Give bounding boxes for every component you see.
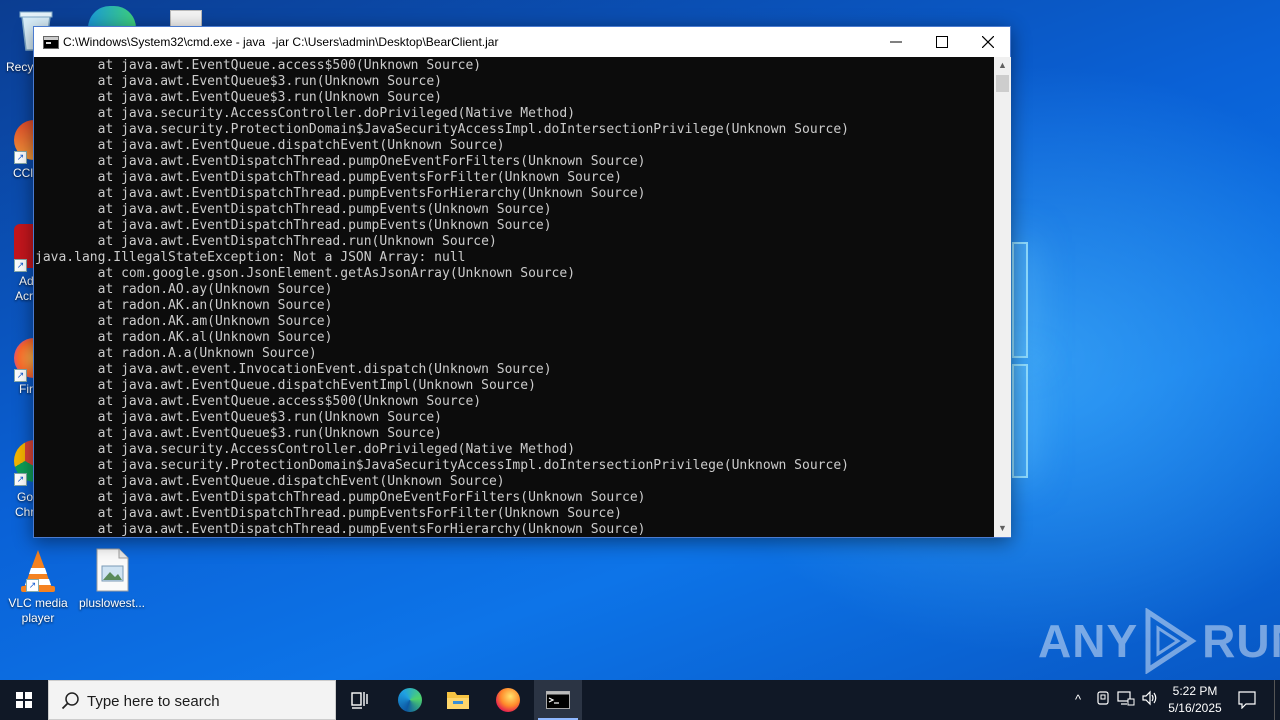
minimize-button[interactable] xyxy=(873,27,919,57)
taskbar-file-explorer[interactable] xyxy=(434,680,482,720)
windows-logo-pane xyxy=(1012,364,1028,478)
search-input[interactable] xyxy=(87,687,327,715)
console-line: at java.awt.EventDispatchThread.pumpEven… xyxy=(35,522,646,537)
file-explorer-icon xyxy=(447,692,469,709)
scroll-thumb[interactable] xyxy=(996,75,1009,92)
scroll-down-arrow-icon[interactable]: ▼ xyxy=(994,520,1011,537)
maximize-button[interactable] xyxy=(919,27,965,57)
taskbar: ^ 5:22 PM 5/16/2025 xyxy=(0,680,1280,720)
console-line: at radon.AK.al(Unknown Source) xyxy=(35,330,333,345)
watermark-text-right: RUN xyxy=(1202,615,1280,667)
desktop-icon-label: VLC media player xyxy=(8,596,68,625)
network-icon[interactable] xyxy=(1116,690,1136,710)
notification-icon xyxy=(1238,691,1256,709)
edge-icon xyxy=(398,688,422,712)
console-line: at java.awt.EventDispatchThread.pumpOneE… xyxy=(35,154,646,169)
taskbar-firefox[interactable] xyxy=(484,680,532,720)
notifications-button[interactable] xyxy=(1234,680,1262,720)
cmd-window[interactable]: C:\Windows\System32\cmd.exe - java -jar … xyxy=(33,26,1011,538)
console-line: at radon.AK.an(Unknown Source) xyxy=(35,298,333,313)
console-line: at java.security.ProtectionDomain$JavaSe… xyxy=(35,458,849,473)
shortcut-arrow-icon: ↗ xyxy=(14,473,27,486)
desktop-icon-label: pluslowest... xyxy=(78,596,146,610)
console-line: at radon.AO.ay(Unknown Source) xyxy=(35,282,333,297)
console-line: at java.security.ProtectionDomain$JavaSe… xyxy=(35,122,849,137)
console-text: at java.awt.EventQueue.access$500(Unknow… xyxy=(35,58,849,537)
scroll-up-arrow-icon[interactable]: ▲ xyxy=(994,57,1011,74)
console-line: at java.awt.EventQueue.dispatchEventImpl… xyxy=(35,378,536,393)
console-line: at java.awt.EventQueue.dispatchEvent(Unk… xyxy=(35,474,505,489)
vlc-icon: ↗ xyxy=(16,548,60,592)
taskbar-edge[interactable] xyxy=(386,680,434,720)
window-titlebar[interactable]: C:\Windows\System32\cmd.exe - java -jar … xyxy=(34,27,1010,57)
console-line: at java.security.AccessController.doPriv… xyxy=(35,442,576,457)
console-line: at java.awt.EventQueue$3.run(Unknown Sou… xyxy=(35,74,442,89)
image-file-icon xyxy=(90,548,134,592)
console-line: at java.awt.EventQueue$3.run(Unknown Sou… xyxy=(35,426,442,441)
windows-logo-pane xyxy=(1012,242,1028,358)
volume-icon[interactable] xyxy=(1140,690,1160,710)
task-view-icon xyxy=(351,692,368,709)
vertical-scrollbar[interactable]: ▲ ▼ xyxy=(994,57,1011,537)
console-line: at java.awt.EventDispatchThread.pumpEven… xyxy=(35,170,622,185)
console-line: at java.awt.EventQueue.access$500(Unknow… xyxy=(35,58,482,73)
taskbar-task-view[interactable] xyxy=(336,680,384,720)
minimize-icon xyxy=(890,41,902,43)
maximize-icon xyxy=(936,36,948,48)
anyrun-watermark: ANY RUN xyxy=(1038,608,1280,674)
taskbar-search-box[interactable] xyxy=(48,680,336,720)
console-line: at java.awt.EventQueue.dispatchEvent(Unk… xyxy=(35,138,505,153)
desktop-label-partial: Fir xyxy=(19,382,33,396)
desktop-label-partial: CCl xyxy=(13,166,33,180)
cmd-app-icon xyxy=(43,36,59,49)
desktop-icon-vlc[interactable]: ↗ VLC media player xyxy=(0,548,76,626)
desktop-label-partial: Acr xyxy=(15,289,33,303)
play-logo-icon xyxy=(1145,608,1197,674)
console-line: at java.awt.EventQueue$3.run(Unknown Sou… xyxy=(35,90,442,105)
start-button[interactable] xyxy=(0,680,48,720)
console-line: at java.awt.EventDispatchThread.pumpEven… xyxy=(35,202,552,217)
firefox-icon xyxy=(496,688,520,712)
console-output[interactable]: at java.awt.EventQueue.access$500(Unknow… xyxy=(34,57,994,537)
clock-time: 5:22 PM xyxy=(1172,684,1218,698)
console-line: at radon.A.a(Unknown Source) xyxy=(35,346,317,361)
shortcut-arrow-icon: ↗ xyxy=(14,369,27,382)
console-line: at java.awt.EventDispatchThread.run(Unkn… xyxy=(35,234,497,249)
desktop-label-partial: Go xyxy=(17,490,34,504)
taskbar-clock[interactable]: 5:22 PM 5/16/2025 xyxy=(1162,683,1228,717)
close-icon xyxy=(981,35,995,49)
console-line: at com.google.gson.JsonElement.getAsJson… xyxy=(35,266,576,281)
window-title: C:\Windows\System32\cmd.exe - java -jar … xyxy=(63,35,499,49)
console-line: at java.awt.event.InvocationEvent.dispat… xyxy=(35,362,552,377)
close-button[interactable] xyxy=(965,27,1011,57)
cmd-icon xyxy=(546,691,570,709)
clock-date: 5/16/2025 xyxy=(1168,701,1222,715)
tray-device-icon[interactable] xyxy=(1093,690,1113,710)
watermark-text-left: ANY xyxy=(1038,615,1139,667)
console-line: at java.awt.EventDispatchThread.pumpOneE… xyxy=(35,490,646,505)
show-desktop-button[interactable] xyxy=(1274,680,1280,720)
tray-overflow-chevron-icon[interactable]: ^ xyxy=(1068,690,1088,710)
console-line: at java.security.AccessController.doPriv… xyxy=(35,106,576,121)
shortcut-arrow-icon: ↗ xyxy=(14,259,27,272)
taskbar-cmd[interactable] xyxy=(534,680,582,720)
desktop-label-partial: Chr xyxy=(15,505,35,519)
console-line: at java.awt.EventQueue.access$500(Unknow… xyxy=(35,394,482,409)
console-line: at java.awt.EventQueue$3.run(Unknown Sou… xyxy=(35,410,442,425)
console-line: at java.awt.EventDispatchThread.pumpEven… xyxy=(35,186,646,201)
shortcut-arrow-icon: ↗ xyxy=(26,579,39,592)
console-line: java.lang.IllegalStateException: Not a J… xyxy=(35,250,466,265)
desktop-label-partial: Recy xyxy=(6,60,34,74)
console-line: at radon.AK.am(Unknown Source) xyxy=(35,314,333,329)
console-line: at java.awt.EventDispatchThread.pumpEven… xyxy=(35,506,622,521)
console-line: at java.awt.EventDispatchThread.pumpEven… xyxy=(35,218,552,233)
shortcut-arrow-icon: ↗ xyxy=(14,151,27,164)
desktop-label-partial: Ad xyxy=(19,274,34,288)
desktop-icon-image-file[interactable]: pluslowest... xyxy=(74,548,150,611)
search-icon xyxy=(61,692,79,710)
